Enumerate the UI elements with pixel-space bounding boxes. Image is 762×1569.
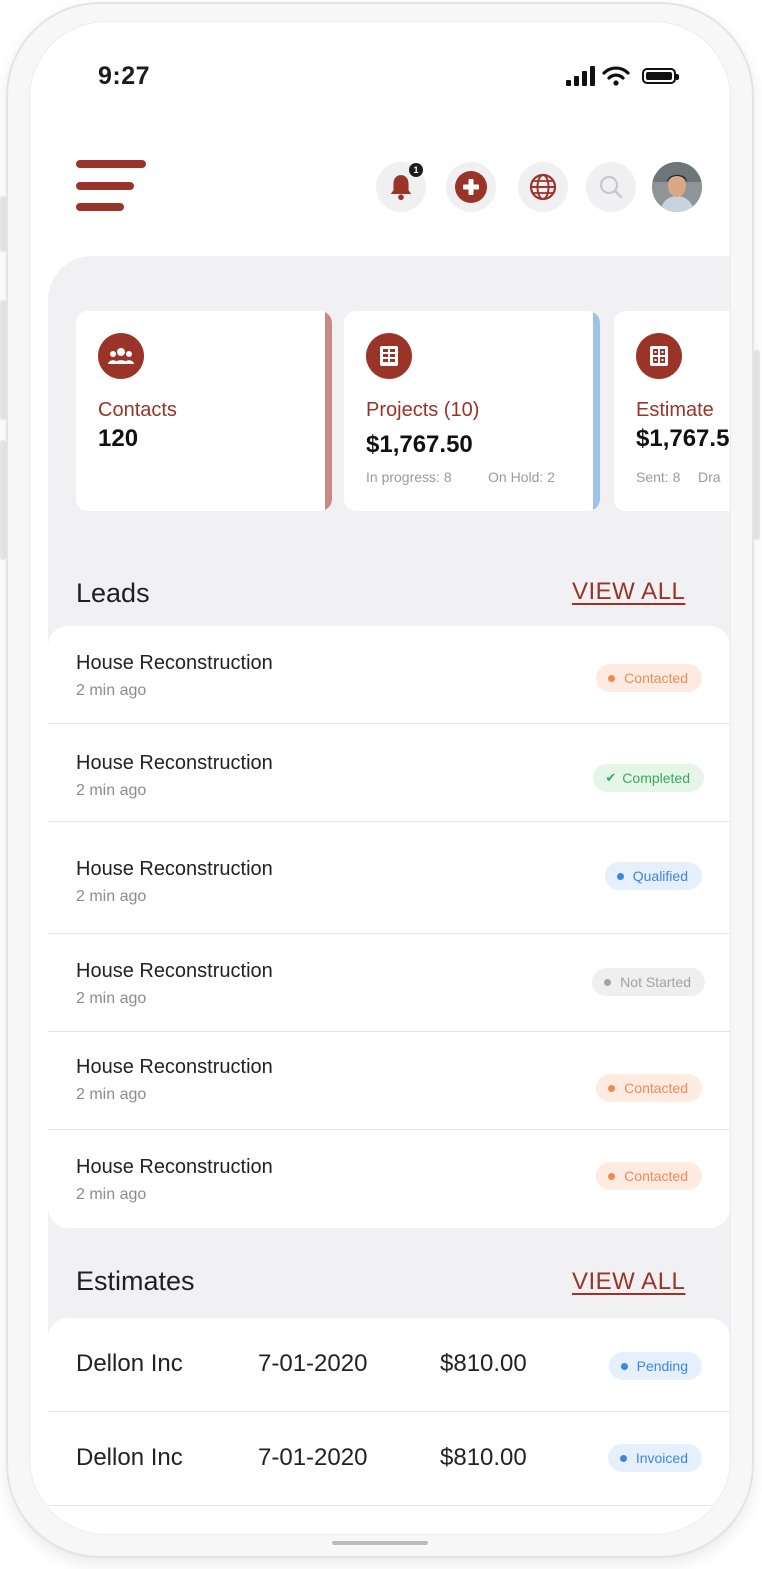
estimates-title: Estimates bbox=[76, 1266, 195, 1296]
leads-view-all-link[interactable]: VIEW ALL bbox=[572, 578, 685, 606]
add-button[interactable] bbox=[446, 162, 496, 212]
add-icon bbox=[455, 171, 487, 203]
estimate-row[interactable]: Dellon Inc 7-01-2020 $810.00 Pending bbox=[48, 1318, 730, 1412]
menu-icon[interactable] bbox=[76, 160, 148, 214]
estimate-date: 7-01-2020 bbox=[258, 1444, 368, 1471]
status-badge: ✔ Completed bbox=[593, 764, 704, 792]
card-label: Estimate bbox=[636, 399, 714, 421]
leads-list: House Reconstruction 2 min ago Contacted… bbox=[48, 626, 730, 1228]
status-badge: Contacted bbox=[596, 1162, 702, 1190]
status-badge: Qualified bbox=[604, 862, 702, 890]
lead-time: 2 min ago bbox=[76, 990, 147, 1007]
phone-side-button bbox=[0, 196, 6, 252]
projects-card[interactable]: Projects (10) $1,767.50 In progress: 8 O… bbox=[344, 311, 600, 511]
phone-frame: 9:27 1 Contacts 120 Projects (10) $1,767… bbox=[8, 4, 752, 1556]
avatar[interactable] bbox=[652, 162, 702, 212]
status-time: 9:27 bbox=[98, 62, 151, 90]
lead-row[interactable]: House Reconstruction 2 min ago Contacted bbox=[48, 1032, 730, 1130]
status-icons bbox=[566, 66, 686, 86]
status-text: Completed bbox=[622, 770, 690, 786]
estimate-client: Dellon Inc bbox=[76, 1350, 183, 1377]
status-text: Qualified bbox=[632, 868, 688, 884]
status-text: Contacted bbox=[624, 1168, 688, 1184]
home-indicator bbox=[332, 1541, 428, 1545]
lead-row[interactable]: House Reconstruction 2 min ago Qualified bbox=[48, 822, 730, 934]
estimates-card[interactable]: Estimate $1,767.5 Sent: 8 Dra bbox=[614, 311, 730, 511]
search-icon bbox=[599, 175, 623, 199]
lead-time: 2 min ago bbox=[76, 888, 147, 905]
status-text: Invoiced bbox=[635, 1450, 688, 1466]
globe-icon bbox=[529, 173, 557, 201]
estimate-row[interactable]: Dellon Inc 7-01-2020 $810.00 Invoiced bbox=[48, 1412, 730, 1506]
status-badge: Not Started bbox=[592, 968, 705, 996]
status-badge: Pending bbox=[608, 1352, 702, 1380]
lead-row[interactable]: House Reconstruction 2 min ago ✔ Complete… bbox=[48, 724, 730, 822]
calculator-icon bbox=[636, 333, 682, 379]
user-photo-icon bbox=[652, 162, 702, 212]
estimates-list: Dellon Inc 7-01-2020 $810.00 Pending Del… bbox=[48, 1318, 730, 1534]
grid-icon bbox=[366, 333, 412, 379]
lead-title: House Reconstruction bbox=[76, 960, 273, 982]
search-button[interactable] bbox=[586, 162, 636, 212]
estimate-date: 7-01-2020 bbox=[258, 1350, 368, 1377]
card-accent bbox=[593, 311, 600, 511]
card-value: $1,767.50 bbox=[366, 431, 473, 458]
estimate-client: Dellon Inc bbox=[76, 1444, 183, 1471]
card-subtext: Dra bbox=[698, 469, 721, 485]
status-text: Contacted bbox=[624, 670, 688, 686]
people-icon bbox=[98, 333, 144, 379]
leads-title: Leads bbox=[76, 578, 150, 608]
language-button[interactable] bbox=[518, 162, 568, 212]
lead-time: 2 min ago bbox=[76, 1186, 147, 1203]
bell-icon bbox=[390, 175, 412, 201]
contacts-card[interactable]: Contacts 120 bbox=[76, 311, 332, 511]
status-text: Pending bbox=[636, 1358, 688, 1374]
lead-time: 2 min ago bbox=[76, 782, 147, 799]
status-badge: Contacted bbox=[596, 664, 702, 692]
lead-row[interactable]: House Reconstruction 2 min ago Contacted bbox=[48, 626, 730, 724]
status-text: Contacted bbox=[624, 1080, 688, 1096]
card-accent bbox=[325, 311, 332, 511]
app-screen: 9:27 1 Contacts 120 Projects (10) $1,767… bbox=[30, 22, 730, 1534]
card-subtext: Sent: 8 bbox=[636, 469, 681, 485]
battery-icon bbox=[642, 68, 679, 84]
lead-title: House Reconstruction bbox=[76, 652, 273, 674]
wifi-icon bbox=[602, 66, 630, 86]
notification-badge: 1 bbox=[409, 163, 423, 177]
card-value: 120 bbox=[98, 425, 139, 452]
estimate-amount: $810.00 bbox=[440, 1350, 527, 1377]
signal-icon bbox=[566, 66, 596, 86]
estimates-view-all-link[interactable]: VIEW ALL bbox=[572, 1268, 685, 1296]
lead-title: House Reconstruction bbox=[76, 858, 273, 880]
status-badge: Contacted bbox=[596, 1074, 702, 1102]
phone-side-button bbox=[754, 350, 760, 540]
card-subtext: In progress: 8 bbox=[366, 469, 452, 485]
card-value: $1,767.5 bbox=[636, 425, 730, 452]
check-icon: ✔ bbox=[605, 770, 617, 785]
card-label: Projects (10) bbox=[366, 399, 480, 421]
estimate-amount: $810.00 bbox=[440, 1444, 527, 1471]
status-text: Not Started bbox=[620, 974, 691, 990]
dashboard-content: Contacts 120 Projects (10) $1,767.50 In … bbox=[48, 256, 730, 1534]
card-subtext: On Hold: 2 bbox=[488, 469, 555, 485]
phone-side-button bbox=[0, 440, 6, 560]
lead-time: 2 min ago bbox=[76, 682, 147, 699]
card-label: Contacts bbox=[98, 399, 177, 421]
lead-title: House Reconstruction bbox=[76, 1156, 273, 1178]
status-badge: Invoiced bbox=[607, 1444, 702, 1472]
notifications-button[interactable]: 1 bbox=[376, 162, 426, 212]
lead-title: House Reconstruction bbox=[76, 1056, 273, 1078]
phone-side-button bbox=[0, 300, 6, 420]
lead-time: 2 min ago bbox=[76, 1086, 147, 1103]
lead-title: House Reconstruction bbox=[76, 752, 273, 774]
lead-row[interactable]: House Reconstruction 2 min ago Contacted bbox=[48, 1130, 730, 1228]
lead-row[interactable]: House Reconstruction 2 min ago Not Start… bbox=[48, 934, 730, 1032]
